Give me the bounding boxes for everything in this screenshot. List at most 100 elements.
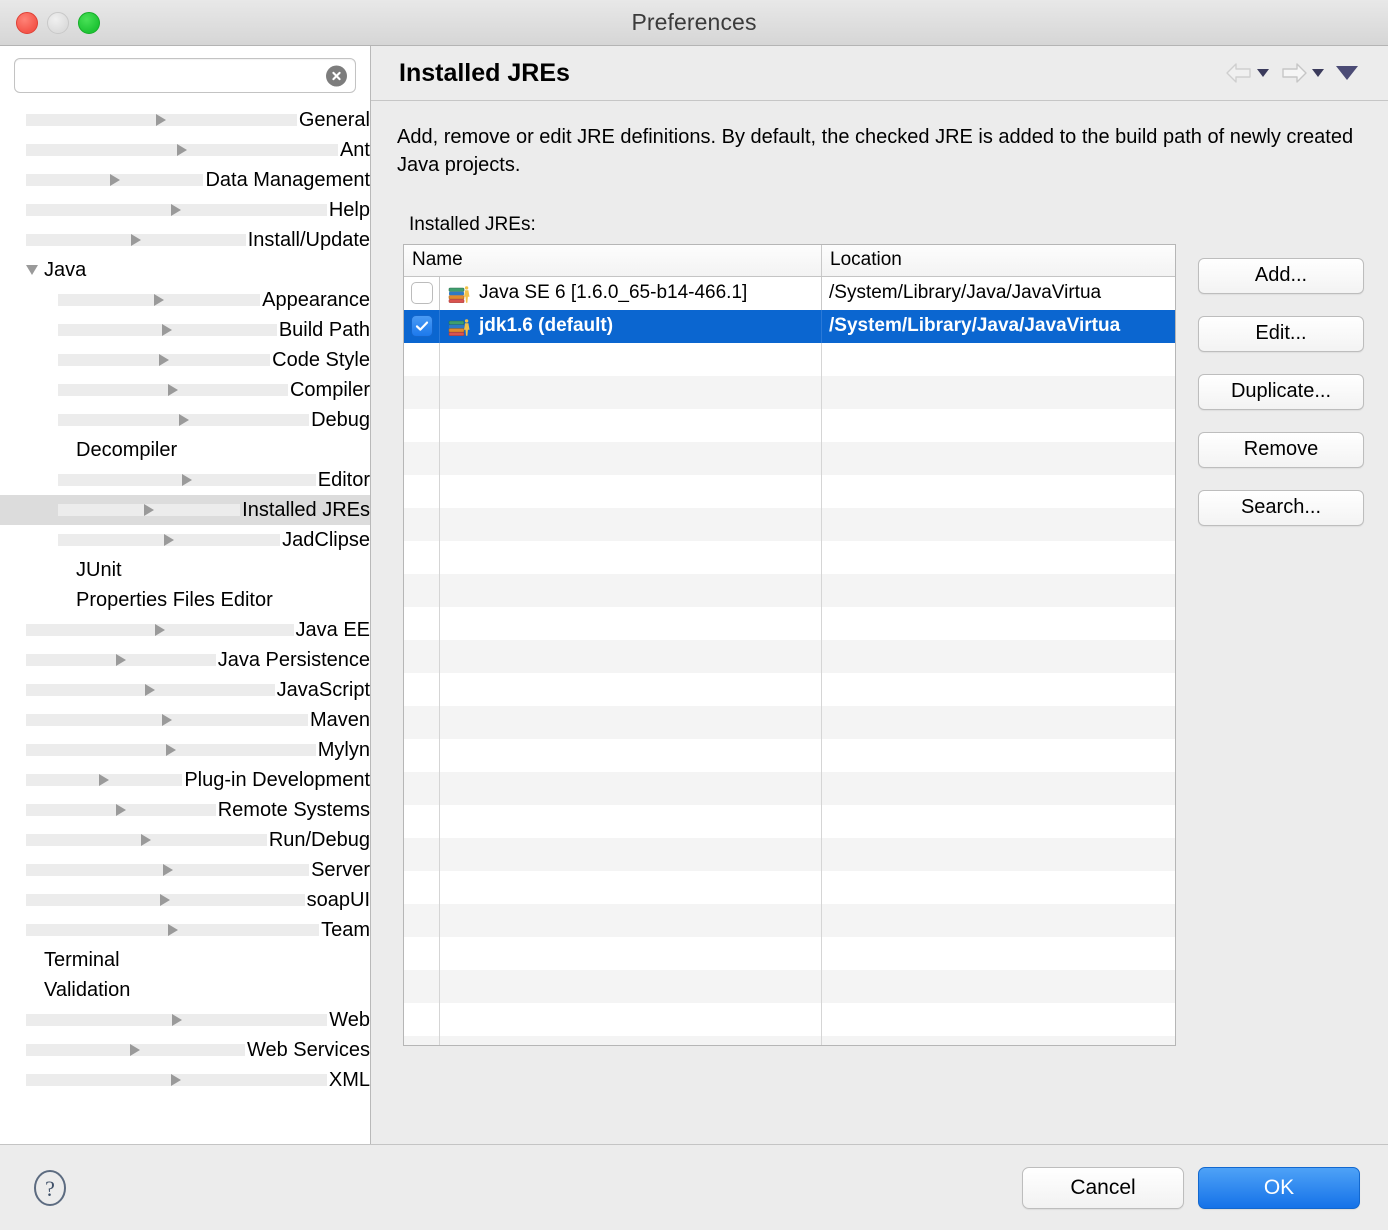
column-header-location[interactable]: Location	[822, 245, 1175, 276]
chevron-right-icon[interactable]	[26, 774, 183, 786]
chevron-right-icon[interactable]	[26, 924, 320, 936]
chevron-right-icon[interactable]	[58, 474, 316, 486]
sidebar-item-java[interactable]: Java	[0, 255, 370, 285]
clear-search-icon[interactable]	[326, 65, 347, 86]
close-button[interactable]	[16, 12, 38, 34]
minimize-button[interactable]	[47, 12, 69, 34]
chevron-right-icon[interactable]	[26, 204, 327, 216]
search-jre-button[interactable]: Search...	[1198, 489, 1364, 526]
chevron-right-icon[interactable]	[26, 144, 338, 156]
chevron-right-icon[interactable]	[26, 234, 246, 246]
remove-button[interactable]: Remove	[1198, 431, 1364, 468]
chevron-right-icon[interactable]	[26, 834, 267, 846]
chevron-right-icon[interactable]	[26, 864, 310, 876]
chevron-right-icon[interactable]	[58, 384, 288, 396]
zoom-button[interactable]	[78, 12, 100, 34]
sidebar-item-junit[interactable]: JUnit	[0, 555, 370, 585]
sidebar-item-validation[interactable]: Validation	[0, 975, 370, 1005]
sidebar-item-general[interactable]: General	[0, 105, 370, 135]
table-empty-row	[404, 375, 1175, 409]
help-question-icon[interactable]: ?	[30, 1168, 70, 1208]
sidebar-item-maven[interactable]: Maven	[0, 705, 370, 735]
chevron-right-icon[interactable]	[26, 744, 316, 756]
chevron-right-icon[interactable]	[26, 894, 305, 906]
sidebar-item-server[interactable]: Server	[0, 855, 370, 885]
sidebar-item-label: Run/Debug	[268, 829, 370, 851]
chevron-right-icon[interactable]	[26, 114, 297, 126]
sidebar-item-label: Plug-in Development	[184, 769, 370, 791]
sidebar-item-jadclipse[interactable]: JadClipse	[0, 525, 370, 555]
chevron-right-icon[interactable]	[26, 684, 275, 696]
sidebar-item-decompiler[interactable]: Decompiler	[0, 435, 370, 465]
chevron-right-icon[interactable]	[26, 174, 204, 186]
sidebar-item-web-services[interactable]: Web Services	[0, 1035, 370, 1065]
table-empty-row	[404, 870, 1175, 904]
forward-chevron-down-icon[interactable]	[1312, 69, 1324, 77]
jre-checkbox-cell[interactable]	[404, 276, 440, 310]
sidebar-item-java-persistence[interactable]: Java Persistence	[0, 645, 370, 675]
chevron-right-icon[interactable]	[26, 714, 308, 726]
chevron-right-icon[interactable]	[26, 1014, 328, 1026]
sidebar-item-build-path[interactable]: Build Path	[0, 315, 370, 345]
ok-button[interactable]: OK	[1198, 1166, 1360, 1209]
column-header-name[interactable]: Name	[404, 244, 822, 276]
sidebar-item-appearance[interactable]: Appearance	[0, 285, 370, 315]
sidebar-item-java-ee[interactable]: Java EE	[0, 615, 370, 645]
table-body[interactable]: Java SE 6 [1.6.0_65-b14-466.1] /System/Li…	[404, 276, 1175, 1045]
chevron-down-icon[interactable]	[26, 265, 42, 275]
sidebar-item-label: Build Path	[278, 319, 370, 341]
chevron-right-icon[interactable]	[26, 1074, 327, 1086]
cancel-button[interactable]: Cancel	[1022, 1166, 1184, 1209]
sidebar-item-help[interactable]: Help	[0, 195, 370, 225]
edit-button[interactable]: Edit...	[1198, 315, 1364, 352]
sidebar-item-label: JUnit	[76, 559, 122, 581]
back-chevron-down-icon[interactable]	[1257, 69, 1269, 77]
sidebar-item-plug-in-development[interactable]: Plug-in Development	[0, 765, 370, 795]
sidebar-item-javascript[interactable]: JavaScript	[0, 675, 370, 705]
sidebar-item-web[interactable]: Web	[0, 1005, 370, 1035]
chevron-right-icon[interactable]	[58, 534, 281, 546]
sidebar-item-ant[interactable]: Ant	[0, 135, 370, 165]
sidebar-item-label: Compiler	[289, 379, 370, 401]
sidebar-item-remote-systems[interactable]: Remote Systems	[0, 795, 370, 825]
search-input[interactable]	[15, 59, 355, 92]
add-button[interactable]: Add...	[1198, 257, 1364, 294]
sidebar-item-team[interactable]: Team	[0, 915, 370, 945]
chevron-right-icon[interactable]	[26, 1044, 245, 1056]
sidebar-item-editor[interactable]: Editor	[0, 465, 370, 495]
search-field[interactable]	[14, 58, 356, 93]
sidebar-item-xml[interactable]: XML	[0, 1065, 370, 1095]
chevron-right-icon[interactable]	[58, 504, 241, 516]
forward-nav[interactable]	[1279, 61, 1324, 85]
duplicate-button[interactable]: Duplicate...	[1198, 373, 1364, 410]
page-menu-chevron-down-icon[interactable]	[1336, 66, 1358, 80]
checkbox-unchecked[interactable]	[410, 282, 433, 305]
sidebar-item-terminal[interactable]: Terminal	[0, 945, 370, 975]
chevron-right-icon[interactable]	[26, 804, 216, 816]
back-nav[interactable]	[1224, 61, 1269, 85]
chevron-right-icon[interactable]	[58, 414, 310, 426]
sidebar-item-mylyn[interactable]: Mylyn	[0, 735, 370, 765]
sidebar-item-compiler[interactable]: Compiler	[0, 375, 370, 405]
sidebar-item-install-update[interactable]: Install/Update	[0, 225, 370, 255]
search-area	[0, 46, 370, 103]
chevron-right-icon[interactable]	[58, 294, 261, 306]
sidebar-item-code-style[interactable]: Code Style	[0, 345, 370, 375]
chevron-right-icon[interactable]	[58, 354, 271, 366]
page-nav-icons	[1224, 61, 1358, 85]
sidebar-item-run-debug[interactable]: Run/Debug	[0, 825, 370, 855]
sidebar-item-soapui[interactable]: soapUI	[0, 885, 370, 915]
sidebar-item-data-management[interactable]: Data Management	[0, 165, 370, 195]
sidebar-item-installed-jres[interactable]: Installed JREs	[0, 495, 370, 525]
table-row[interactable]: Java SE 6 [1.6.0_65-b14-466.1] /System/Li…	[404, 276, 1175, 310]
preferences-tree[interactable]: General Ant Data Management Help Install/Upd…	[0, 103, 370, 1144]
jre-table[interactable]: Name Location Java SE 6 [1.6.0_65-b14-46…	[403, 243, 1176, 1046]
chevron-right-icon[interactable]	[58, 324, 277, 336]
jre-checkbox-cell[interactable]	[404, 309, 440, 343]
chevron-right-icon[interactable]	[26, 654, 216, 666]
table-row[interactable]: jdk1.6 (default) /System/Library/Java/Jav…	[404, 309, 1175, 343]
chevron-right-icon[interactable]	[26, 624, 294, 636]
sidebar-item-debug[interactable]: Debug	[0, 405, 370, 435]
sidebar-item-properties-files-editor[interactable]: Properties Files Editor	[0, 585, 370, 615]
checkbox-checked[interactable]	[410, 315, 433, 338]
